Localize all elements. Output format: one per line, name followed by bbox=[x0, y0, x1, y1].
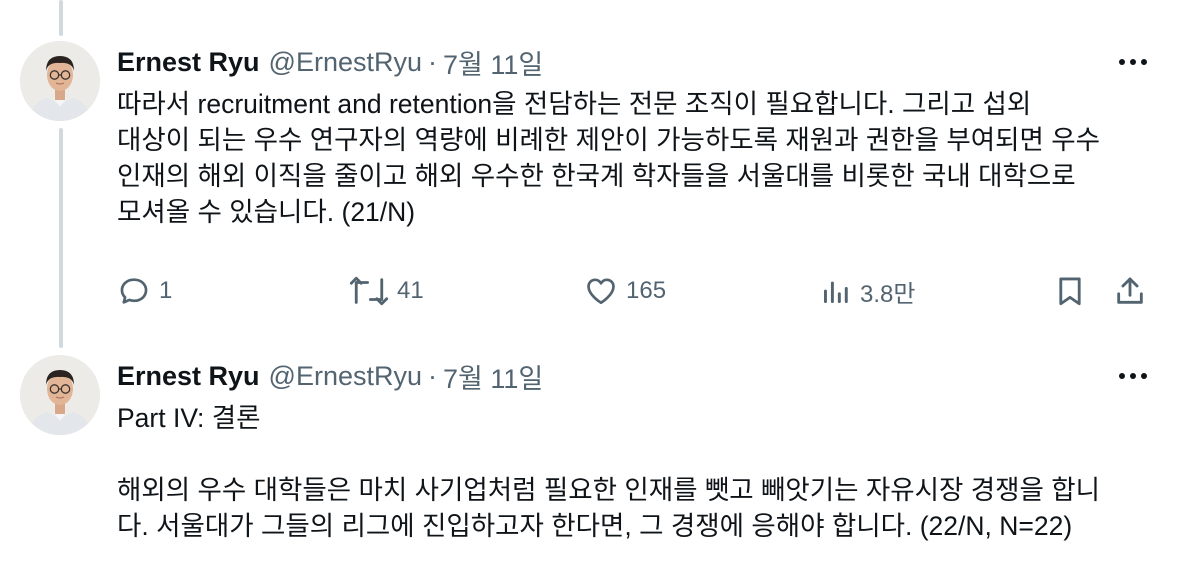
author-name[interactable]: Ernest Ryu bbox=[117, 361, 260, 392]
speech-bubble-icon bbox=[120, 278, 148, 304]
thread-line-connector bbox=[59, 128, 63, 348]
thread-line-top bbox=[59, 0, 63, 36]
author-name[interactable]: Ernest Ryu bbox=[117, 47, 260, 78]
reply-button[interactable]: 1 bbox=[117, 271, 172, 311]
tweet-text: 따라서 recruitment and retention을 전담하는 전문 조… bbox=[117, 86, 1189, 230]
separator: · bbox=[428, 360, 438, 391]
bar-chart-icon bbox=[824, 281, 848, 303]
tweet-date[interactable]: 7월 11일 bbox=[443, 357, 543, 396]
share-upload-icon bbox=[1117, 277, 1143, 304]
author-handle[interactable]: @ErnestRyu bbox=[269, 361, 422, 392]
heart-icon bbox=[587, 278, 615, 305]
tweet-paragraph: 해외의 우수 대학들은 마치 사기업처럼 필요한 인재를 뺏고 빼앗기는 자유시… bbox=[117, 475, 1101, 541]
author-handle[interactable]: @ErnestRyu bbox=[269, 47, 422, 78]
more-button[interactable] bbox=[1111, 361, 1155, 391]
retweet-count: 41 bbox=[397, 277, 424, 304]
tweet-paragraph: 따라서 recruitment and retention을 전담하는 전문 조… bbox=[117, 89, 1101, 227]
bookmark-icon bbox=[1059, 277, 1081, 306]
tweet-header: Ernest Ryu @ErnestRyu · 7월 11일 bbox=[117, 42, 543, 82]
action-bar: 1 41 165 3.8만 bbox=[117, 271, 1157, 311]
like-button[interactable]: 165 bbox=[584, 271, 666, 311]
tweet-text: Part IV: 결론 해외의 우수 대학들은 마치 사기업처럼 필요한 인재를… bbox=[117, 400, 1189, 544]
more-button[interactable] bbox=[1111, 47, 1155, 77]
view-count: 3.8만 bbox=[860, 280, 916, 308]
tweet-header: Ernest Ryu @ErnestRyu · 7월 11일 bbox=[117, 356, 543, 396]
share-button[interactable] bbox=[1113, 271, 1147, 311]
views-button[interactable]: 3.8만 bbox=[820, 271, 915, 311]
reply-count: 1 bbox=[159, 277, 173, 304]
bookmark-button[interactable] bbox=[1053, 271, 1087, 311]
retweet-button[interactable]: 41 bbox=[349, 271, 424, 311]
avatar[interactable] bbox=[20, 355, 100, 435]
tweet-date[interactable]: 7월 11일 bbox=[443, 43, 543, 82]
retweet-arrows-icon bbox=[349, 276, 389, 306]
more-dots-icon bbox=[1119, 373, 1147, 379]
like-count: 165 bbox=[626, 277, 667, 304]
tweet-paragraph: Part IV: 결론 bbox=[117, 403, 261, 433]
separator: · bbox=[428, 46, 438, 77]
avatar[interactable] bbox=[20, 41, 100, 121]
more-dots-icon bbox=[1119, 59, 1147, 65]
